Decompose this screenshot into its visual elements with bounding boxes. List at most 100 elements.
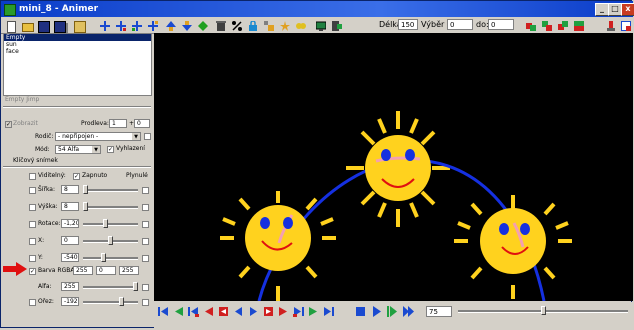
slider-thumb[interactable] (103, 219, 108, 228)
add-group-button[interactable] (129, 18, 143, 32)
first-frame-button[interactable] (157, 305, 170, 318)
add-child-button[interactable] (113, 18, 127, 32)
color-r-input[interactable]: 255 (73, 266, 93, 275)
height-input[interactable]: 8 (61, 202, 79, 211)
key-button-1[interactable] (523, 18, 537, 32)
save-as-button[interactable] (51, 18, 66, 33)
title-bar[interactable]: mini_8 - Animer _ □ x (1, 1, 634, 17)
slider-thumb[interactable] (83, 185, 88, 194)
width-smooth-checkbox[interactable] (142, 187, 149, 194)
timeline-slider[interactable] (458, 306, 628, 315)
new-button[interactable] (3, 18, 17, 33)
mode-select[interactable]: 54 Alfa ▼ (55, 145, 101, 154)
y-checkbox[interactable] (29, 255, 36, 262)
key-button-3[interactable] (555, 18, 569, 32)
add-layer-button[interactable] (97, 18, 111, 32)
frame-input[interactable]: 75 (426, 306, 452, 317)
percent-button[interactable] (229, 18, 243, 32)
play-loop-button[interactable] (386, 305, 399, 318)
delete-button[interactable] (213, 18, 227, 32)
color-b-input[interactable]: 255 (119, 266, 139, 275)
rotation-input[interactable]: -1,208 (61, 219, 79, 228)
slider-thumb[interactable] (108, 236, 113, 245)
x-slider[interactable] (83, 236, 138, 245)
crop-smooth-checkbox[interactable] (142, 299, 149, 306)
slider-thumb[interactable] (119, 297, 124, 306)
prev-record-button[interactable] (202, 305, 215, 318)
star-button[interactable] (277, 18, 291, 32)
move-up-button[interactable] (163, 18, 177, 32)
layer-list[interactable]: Empty sun face (3, 33, 152, 96)
y-slider[interactable] (83, 253, 138, 262)
height-smooth-checkbox[interactable] (142, 204, 149, 211)
height-checkbox[interactable] (29, 204, 36, 211)
close-button[interactable]: x (621, 3, 634, 16)
parent-select[interactable]: - nepřipojen - ▼ (55, 132, 141, 141)
window-mode-button[interactable] (618, 18, 632, 32)
width-input[interactable]: 8 (61, 185, 79, 194)
slider-thumb[interactable] (83, 202, 88, 211)
next-key-button[interactable] (307, 305, 320, 318)
next-frame-button[interactable] (262, 305, 275, 318)
key-button-4[interactable] (571, 18, 585, 32)
minimize-button[interactable]: _ (595, 3, 609, 16)
list-item[interactable]: Empty (4, 34, 151, 41)
save-button[interactable] (35, 18, 50, 33)
step-forward-button[interactable] (247, 305, 260, 318)
slider-thumb[interactable] (133, 282, 138, 291)
range-to-input[interactable]: 0 (488, 19, 514, 30)
width-slider[interactable] (83, 185, 138, 194)
play-button[interactable] (370, 305, 383, 318)
parent-checkbox[interactable] (144, 133, 151, 140)
export-button[interactable] (329, 18, 343, 32)
maximize-button[interactable]: □ (608, 3, 622, 16)
record-button[interactable] (603, 18, 617, 32)
effects-button[interactable] (293, 18, 307, 32)
delay-input[interactable]: 1 (109, 119, 127, 128)
stop-button[interactable] (354, 305, 367, 318)
slider-thumb[interactable] (101, 253, 106, 262)
range-from-input[interactable]: 0 (447, 19, 473, 30)
slider-thumb[interactable] (541, 306, 546, 315)
enabled-checkbox[interactable]: ✓ (73, 173, 80, 180)
x-input[interactable]: 0 (61, 236, 79, 245)
move-down-button[interactable] (179, 18, 193, 32)
lock-button[interactable] (245, 18, 259, 32)
rotation-slider[interactable] (83, 219, 138, 228)
prev-group-button[interactable] (187, 305, 200, 318)
color-g-input[interactable]: 0 (96, 266, 116, 275)
display-checkbox[interactable]: ✓ (5, 121, 12, 128)
key-button-2[interactable] (539, 18, 553, 32)
length-input[interactable]: 150 (398, 19, 418, 30)
height-slider[interactable] (83, 202, 138, 211)
animation-canvas[interactable] (154, 33, 633, 301)
smoothing-checkbox[interactable]: ✓ (107, 146, 114, 153)
prev-frame-button[interactable] (217, 305, 230, 318)
delay-input-2[interactable]: 0 (134, 119, 150, 128)
crop-checkbox[interactable] (29, 299, 36, 306)
rotation-smooth-checkbox[interactable] (142, 221, 149, 228)
alpha-smooth-checkbox[interactable] (142, 284, 149, 291)
add-item-button[interactable] (145, 18, 159, 32)
crop-input[interactable]: -192 (61, 297, 79, 306)
last-frame-button[interactable] (322, 305, 335, 318)
crop-slider[interactable] (83, 297, 138, 306)
rotation-checkbox[interactable] (29, 221, 36, 228)
image-button[interactable] (71, 18, 86, 33)
x-smooth-checkbox[interactable] (142, 238, 149, 245)
step-back-button[interactable] (232, 305, 245, 318)
color-checkbox[interactable]: ✓ (29, 268, 36, 275)
x-checkbox[interactable] (29, 238, 36, 245)
fast-forward-button[interactable] (402, 305, 415, 318)
y-input[interactable]: -540 (61, 253, 79, 262)
prev-key-button[interactable] (172, 305, 185, 318)
next-group-button[interactable] (292, 305, 305, 318)
list-item[interactable]: sun (4, 41, 151, 48)
list-item[interactable]: face (4, 48, 151, 55)
pin-button[interactable] (261, 18, 275, 32)
y-smooth-checkbox[interactable] (142, 255, 149, 262)
monitor-button[interactable] (313, 18, 327, 32)
open-button[interactable] (19, 18, 34, 32)
next-record-button[interactable] (277, 305, 290, 318)
width-checkbox[interactable] (29, 187, 36, 194)
